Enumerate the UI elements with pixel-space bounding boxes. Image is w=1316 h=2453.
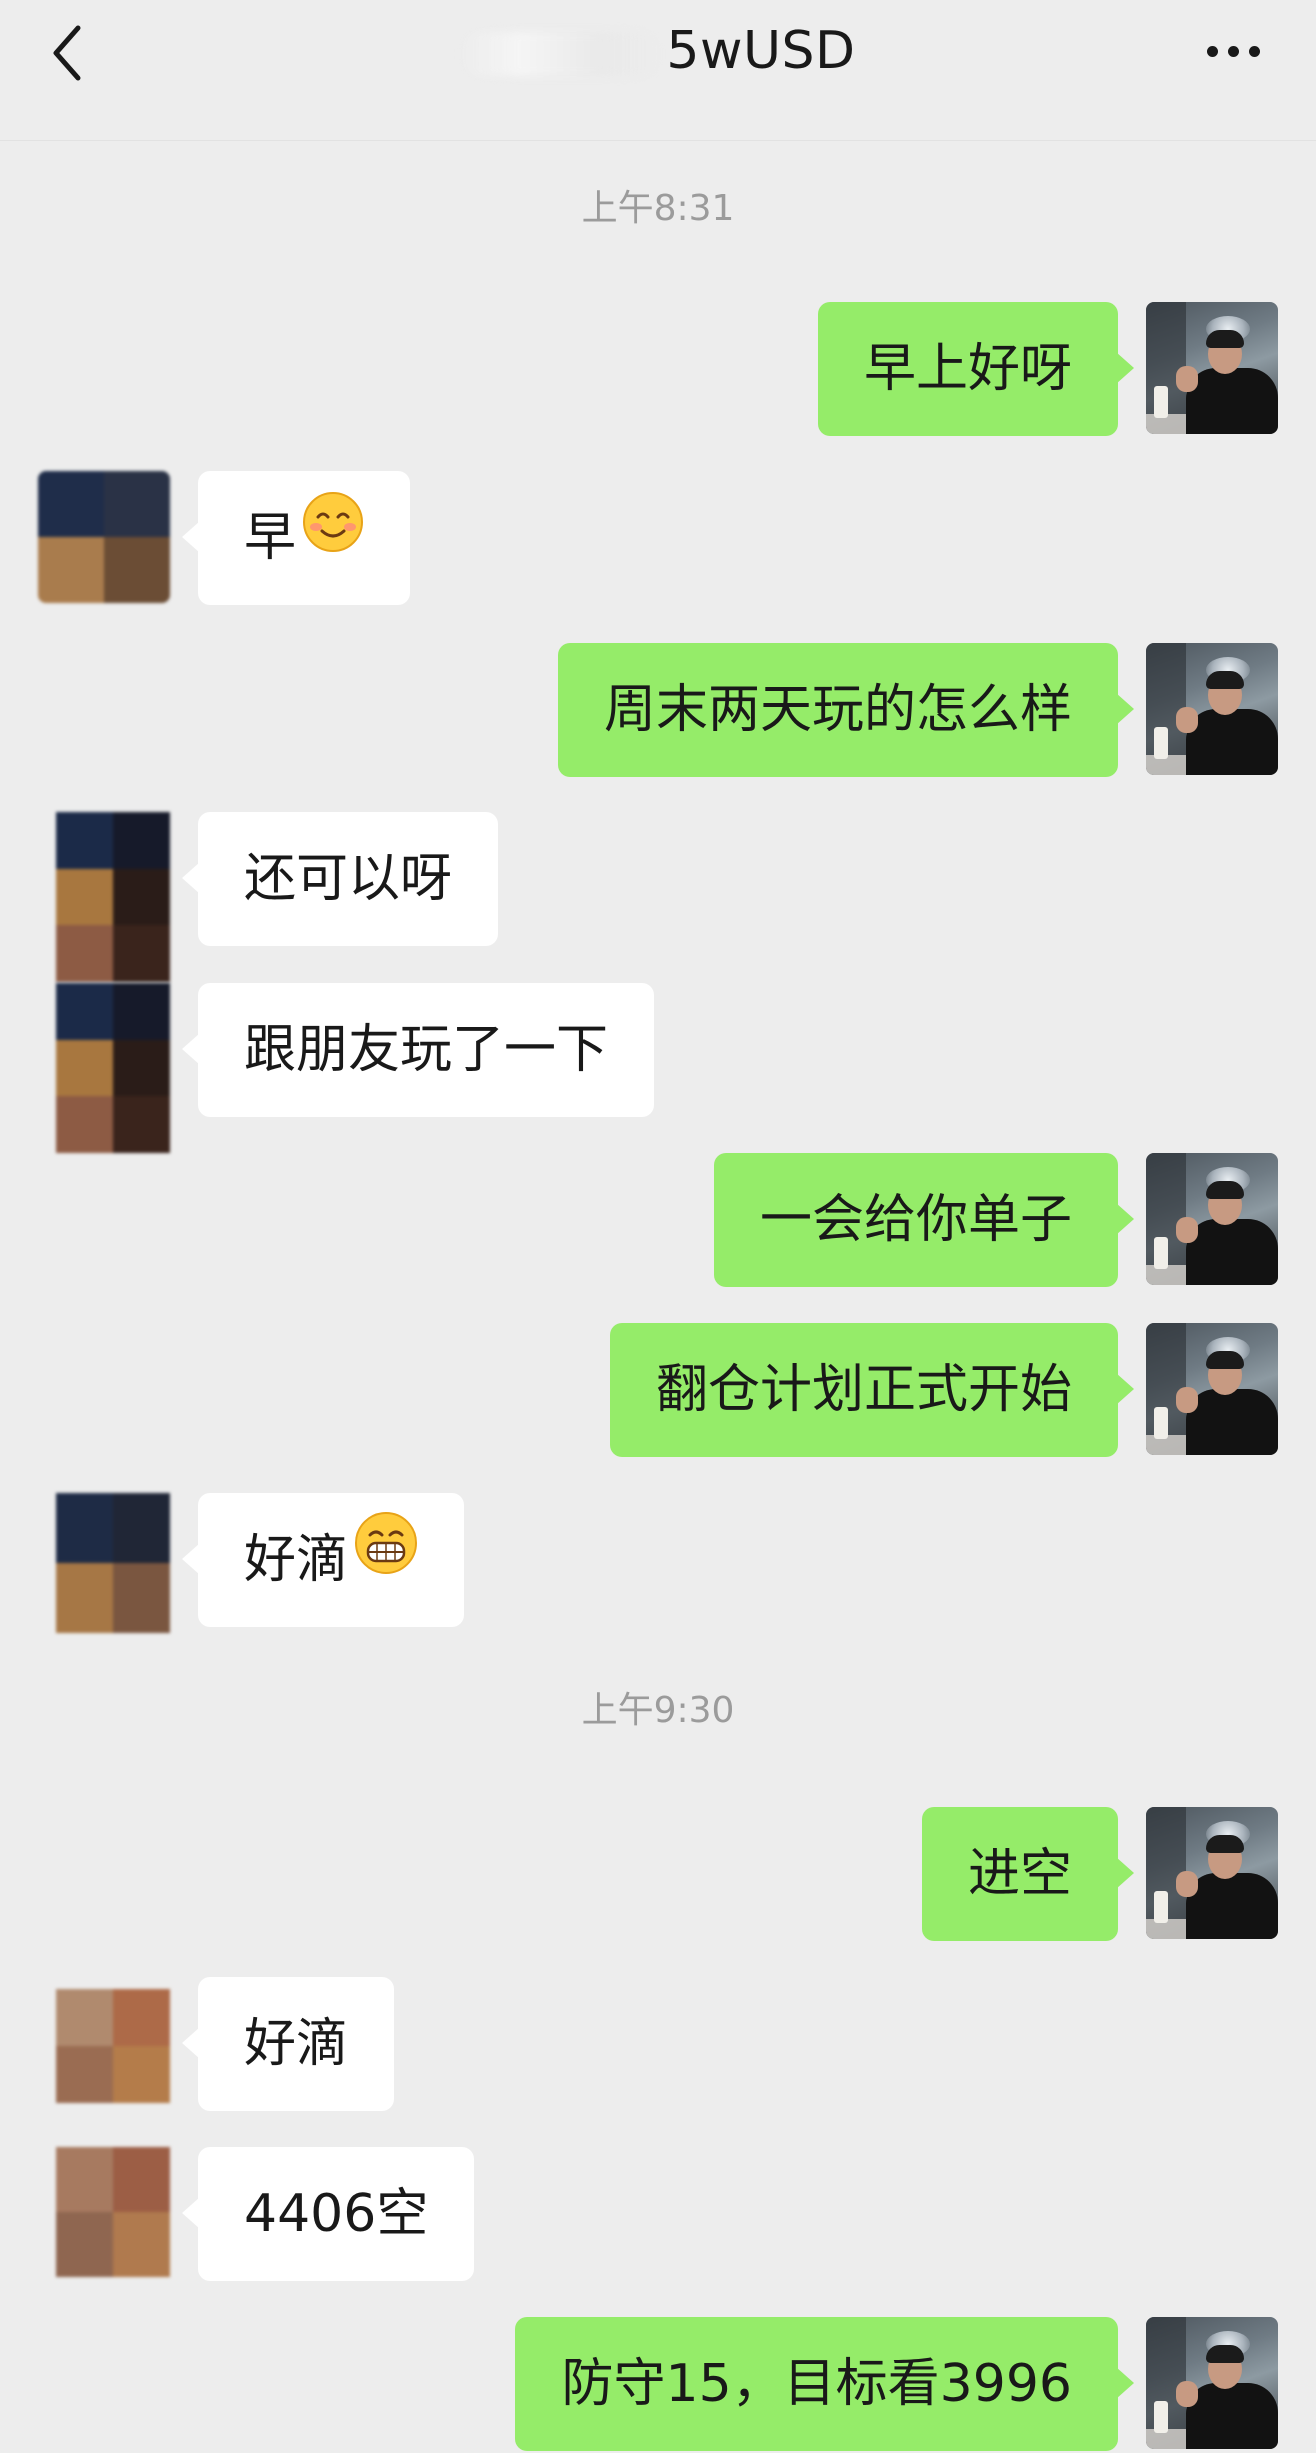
my-message-bubble[interactable]: 早上好呀	[817, 302, 1135, 436]
my-message-bubble[interactable]: 一会给你单子	[713, 1153, 1135, 1287]
message-row: 4406空	[0, 2147, 1316, 2283]
contact-avatar[interactable]	[56, 812, 170, 982]
contact-message-bubble[interactable]: 好滴	[181, 1491, 465, 1627]
contact-message-bubble[interactable]: 早	[181, 469, 411, 605]
chat-title-text: 5wUSD	[666, 21, 856, 81]
more-dots-icon[interactable]	[1202, 32, 1272, 72]
my-avatar[interactable]	[1146, 302, 1278, 434]
my-message-bubble[interactable]: 防守15，目标看3996	[515, 2317, 1134, 2451]
message-row: 还可以呀	[0, 812, 1316, 982]
my-message-bubble[interactable]: 进空	[921, 1807, 1135, 1941]
grinning-face-icon	[354, 1491, 418, 1625]
message-list[interactable]: 上午8:31 早上好呀 早 周末两天玩的怎么样 还可以呀 跟朋友玩了一下 一会给…	[0, 141, 1316, 2451]
my-message-bubble[interactable]: 翻仓计划正式开始	[609, 1323, 1135, 1457]
message-text: 好滴	[244, 1530, 349, 1590]
contact-avatar[interactable]	[56, 983, 170, 1153]
message-row: 防守15，目标看3996	[0, 2317, 1316, 2453]
my-avatar[interactable]	[1146, 1323, 1278, 1455]
message-row: 翻仓计划正式开始	[0, 1323, 1316, 1459]
timestamp: 上午8:31	[581, 188, 735, 229]
contact-avatar[interactable]	[56, 1493, 170, 1633]
contact-message-bubble[interactable]: 好滴	[181, 1977, 395, 2111]
message-row: 好滴	[0, 1491, 1316, 1633]
my-avatar[interactable]	[1146, 643, 1278, 775]
timestamp: 上午9:30	[581, 1690, 735, 1731]
message-row: 早上好呀	[0, 302, 1316, 438]
contact-message-bubble[interactable]: 还可以呀	[181, 812, 499, 946]
message-row: 好滴	[0, 1977, 1316, 2113]
message-text: 早	[244, 508, 297, 568]
my-avatar[interactable]	[1146, 2317, 1278, 2449]
my-avatar[interactable]	[1146, 1153, 1278, 1285]
message-row: 跟朋友玩了一下	[0, 983, 1316, 1153]
my-avatar[interactable]	[1146, 1807, 1278, 1939]
message-row: 早	[0, 471, 1316, 607]
contact-avatar[interactable]	[56, 1989, 170, 2103]
chat-header: 5wUSD	[0, 0, 1316, 141]
contact-avatar[interactable]	[56, 2147, 170, 2277]
message-row: 周末两天玩的怎么样	[0, 643, 1316, 779]
smiling-face-icon	[302, 469, 364, 603]
message-row: 进空	[0, 1807, 1316, 1943]
redacted-name	[460, 32, 661, 76]
contact-avatar[interactable]	[38, 471, 170, 603]
message-row: 一会给你单子	[0, 1153, 1316, 1289]
my-message-bubble[interactable]: 周末两天玩的怎么样	[557, 643, 1135, 777]
contact-message-bubble[interactable]: 4406空	[181, 2147, 475, 2281]
chat-title: 5wUSD	[0, 16, 1316, 86]
contact-message-bubble[interactable]: 跟朋友玩了一下	[181, 983, 655, 1117]
